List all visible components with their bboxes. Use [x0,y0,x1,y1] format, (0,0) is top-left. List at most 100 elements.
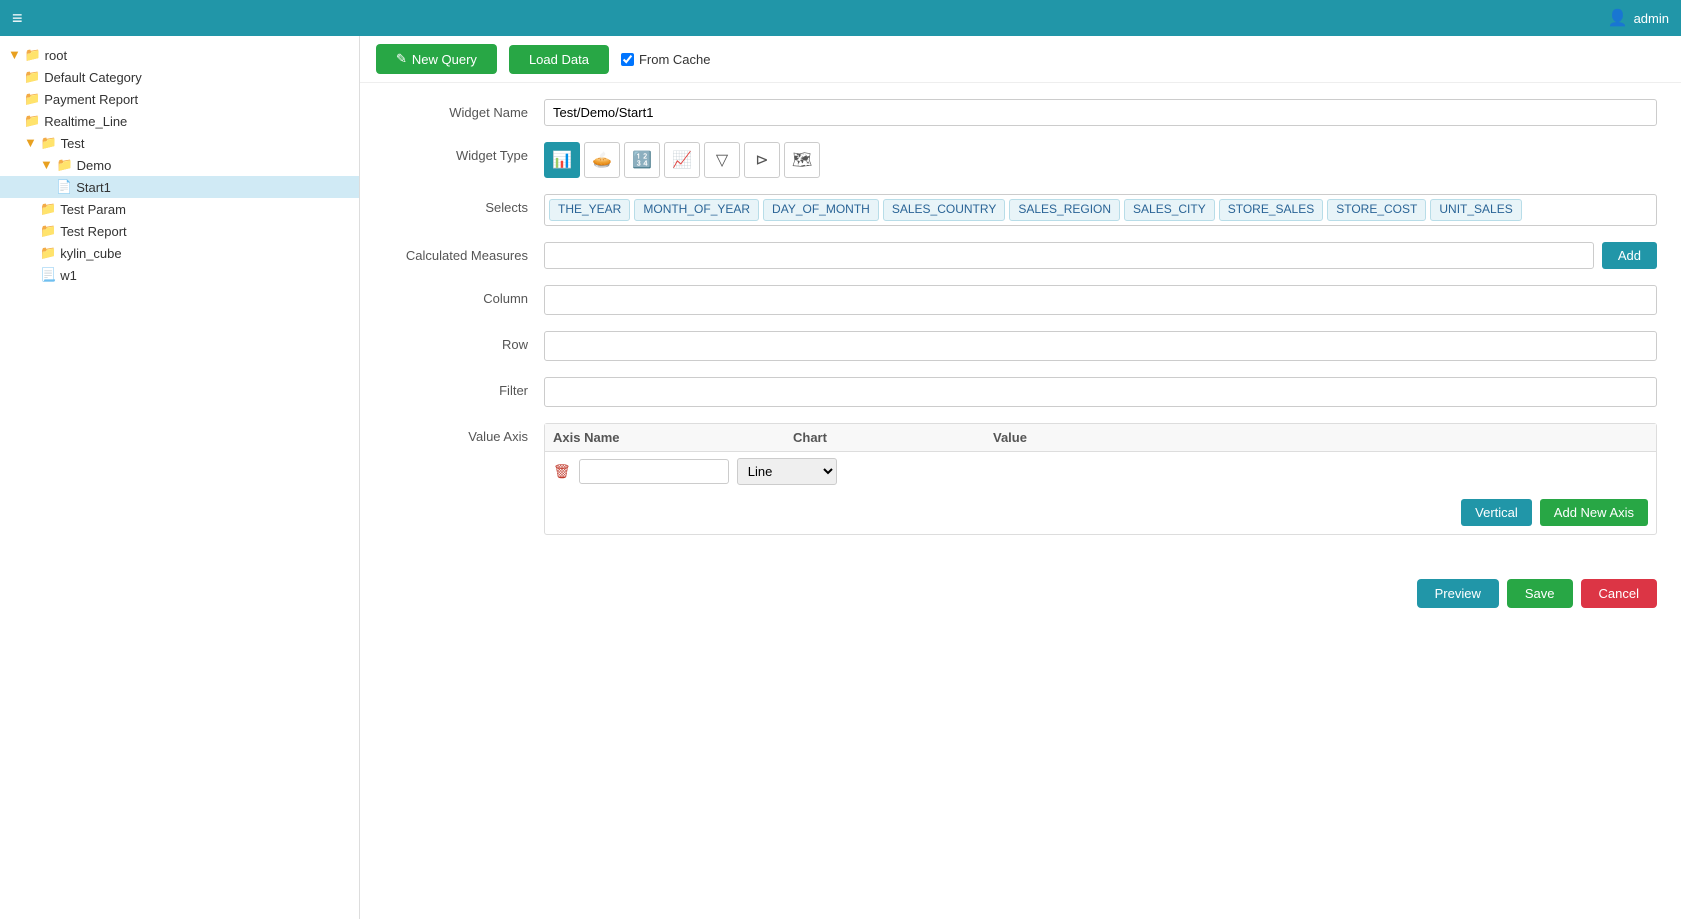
axis-name-input[interactable] [579,459,729,484]
folder-icon: 📁 [40,223,56,239]
axis-rows-container: 🗑 LineBarArea [545,452,1656,491]
sidebar-item-label: Payment Report [44,92,138,107]
widget-name-row: Widget Name [384,99,1657,126]
select-tag: MONTH_OF_YEAR [634,199,759,221]
folder-icon: 📁 [40,201,56,217]
sidebar-item-test-param[interactable]: 📁 Test Param [0,198,359,220]
bottom-actions: Preview Save Cancel [360,567,1681,620]
sidebar-item-root[interactable]: ▼ 📁 root [0,44,359,66]
select-tag: THE_YEAR [549,199,630,221]
row-control [544,331,1657,361]
widget-type-bar-button[interactable]: 📊 [544,142,580,178]
filter-row: Filter [384,377,1657,407]
sidebar-item-label: Demo [77,158,112,173]
widget-type-label: Widget Type [384,142,544,163]
select-tag: STORE_SALES [1219,199,1323,221]
axis-value-header: Value [993,430,1648,445]
save-button[interactable]: Save [1507,579,1573,608]
selects-tags-area: THE_YEARMONTH_OF_YEARDAY_OF_MONTHSALES_C… [544,194,1657,226]
sidebar-item-start1[interactable]: 📄 Start1 [0,176,359,198]
content-area: ✎ New Query Load Data From Cache Widget … [360,36,1681,919]
axis-chart-select[interactable]: LineBarArea [737,458,837,485]
delete-axis-button[interactable]: 🗑 [553,463,571,480]
from-cache-checkbox[interactable] [621,53,634,66]
sidebar-item-label: w1 [60,268,77,283]
hamburger-icon[interactable]: ≡ [12,8,23,29]
username-label: admin [1634,11,1669,26]
add-new-axis-button[interactable]: Add New Axis [1540,499,1648,526]
widget-type-pie-button[interactable]: 🥧 [584,142,620,178]
value-axis-row: Value Axis Axis Name Chart Value 🗑 LineBa… [384,423,1657,535]
calculated-measures-input[interactable] [544,242,1594,269]
widget-name-control [544,99,1657,126]
sidebar-item-w1[interactable]: 📃 w1 [0,264,359,286]
widget-type-row: Widget Type 📊🥧🔢📈▽⊳🗺 [384,142,1657,178]
calculated-measures-row: Calculated Measures Add [384,242,1657,269]
row-input[interactable] [544,331,1657,361]
sidebar-item-payment-report[interactable]: 📁 Payment Report [0,88,359,110]
sidebar-item-label: Test Report [60,224,126,239]
select-tag: SALES_REGION [1009,199,1120,221]
filter-label: Filter [384,377,544,398]
from-cache-label[interactable]: From Cache [639,52,711,67]
sidebar-item-demo[interactable]: ▼ 📁 Demo [0,154,359,176]
folder-icon: 📁 [24,113,40,129]
sidebar-item-test-report[interactable]: 📁 Test Report [0,220,359,242]
vertical-button[interactable]: Vertical [1461,499,1532,526]
sidebar-item-label: Default Category [44,70,142,85]
user-icon: 👤 [1608,8,1628,28]
sidebar-item-default-category[interactable]: 📁 Default Category [0,66,359,88]
sidebar-item-label: Test Param [60,202,126,217]
new-query-button[interactable]: ✎ New Query [376,44,497,74]
widget-type-buttons: 📊🥧🔢📈▽⊳🗺 [544,142,1657,178]
widget-type-map-button[interactable]: 🗺 [784,142,820,178]
main-layout: ▼ 📁 root📁 Default Category📁 Payment Repo… [0,36,1681,919]
toolbar: ✎ New Query Load Data From Cache [360,36,1681,83]
widget-type-control-button[interactable]: ⊳ [744,142,780,178]
add-button[interactable]: Add [1602,242,1657,269]
widget-type-control: 📊🥧🔢📈▽⊳🗺 [544,142,1657,178]
column-label: Column [384,285,544,306]
select-tag: SALES_COUNTRY [883,199,1005,221]
user-area: 👤 admin [1608,8,1669,28]
selects-control: THE_YEARMONTH_OF_YEARDAY_OF_MONTHSALES_C… [544,194,1657,226]
cancel-button[interactable]: Cancel [1581,579,1657,608]
axis-header: Axis Name Chart Value [545,424,1656,452]
folder-icon: 📁 [40,245,56,261]
sidebar-item-label: root [45,48,67,63]
value-axis-control: Axis Name Chart Value 🗑 LineBarArea Verti… [544,423,1657,535]
from-cache-area: From Cache [621,52,711,67]
axis-name-header: Axis Name [553,430,793,445]
filter-control [544,377,1657,407]
sidebar-item-kylin-cube[interactable]: 📁 kylin_cube [0,242,359,264]
select-tag: UNIT_SALES [1430,199,1521,221]
axis-chart-header: Chart [793,430,993,445]
select-tag: STORE_COST [1327,199,1426,221]
sidebar-item-label: kylin_cube [60,246,121,261]
form-area: Widget Name Widget Type 📊🥧🔢📈▽⊳🗺 Selects [360,83,1681,567]
page-icon: 📄 [56,179,72,195]
axis-actions: Vertical Add New Axis [545,491,1656,534]
widget-type-table-button[interactable]: 🔢 [624,142,660,178]
file-icon: 📃 [40,267,56,283]
column-row: Column [384,285,1657,315]
load-data-button[interactable]: Load Data [509,45,609,74]
sidebar-item-test[interactable]: ▼ 📁 Test [0,132,359,154]
sidebar-item-realtime-line[interactable]: 📁 Realtime_Line [0,110,359,132]
folder-icon: ▼ 📁 [8,47,41,63]
widget-name-input[interactable] [544,99,1657,126]
value-axis-label: Value Axis [384,423,544,444]
axis-row: 🗑 LineBarArea [545,452,1656,491]
sidebar-item-label: Start1 [76,180,111,195]
column-control [544,285,1657,315]
widget-type-funnel-button[interactable]: ▽ [704,142,740,178]
value-axis-table: Axis Name Chart Value 🗑 LineBarArea Verti… [544,423,1657,535]
preview-button[interactable]: Preview [1417,579,1499,608]
filter-input[interactable] [544,377,1657,407]
widget-type-line2-button[interactable]: 📈 [664,142,700,178]
column-input[interactable] [544,285,1657,315]
row-label: Row [384,331,544,352]
calculated-measures-control: Add [544,242,1657,269]
folder-icon: 📁 [24,69,40,85]
selects-label: Selects [384,194,544,215]
